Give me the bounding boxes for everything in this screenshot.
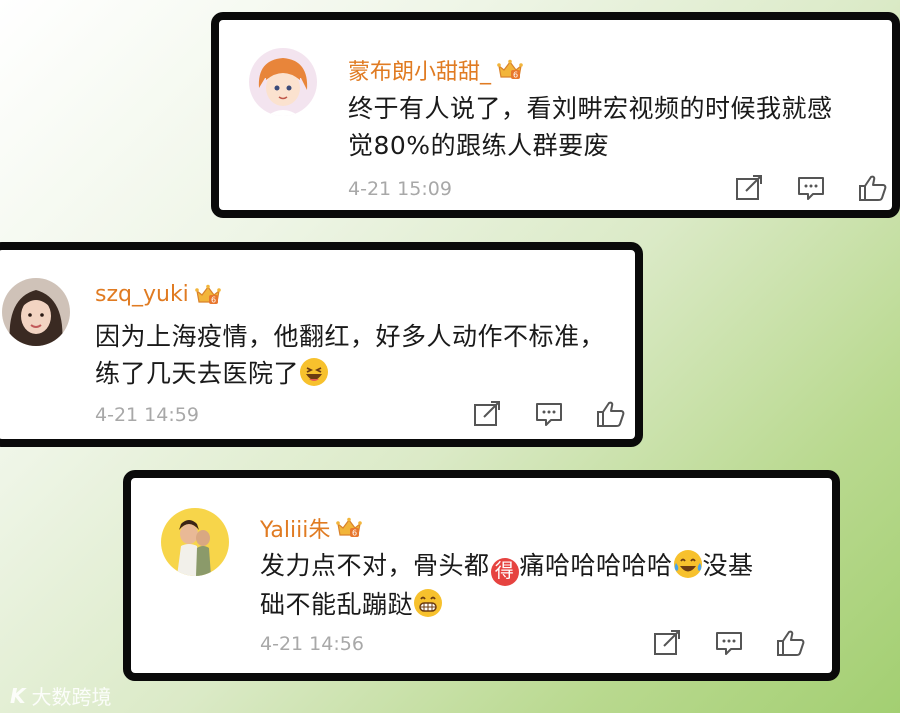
grin-emoji-icon — [413, 588, 443, 618]
share-icon[interactable] — [472, 400, 502, 428]
comment-line: 因为上海疫情，他翻红，好多人动作不标准， — [95, 322, 606, 351]
timestamp: 4-21 15:09 — [348, 178, 452, 200]
de-badge-icon: 得 — [490, 557, 519, 586]
action-bar — [734, 174, 888, 202]
crown-badge-icon — [195, 284, 221, 306]
action-bar — [472, 400, 626, 428]
watermark: K 大数跨境 — [10, 681, 112, 710]
crown-badge-icon — [336, 517, 362, 539]
username-text[interactable]: szq_yuki — [95, 282, 189, 307]
comment-icon[interactable] — [714, 629, 744, 657]
comment-text: 终于有人说了，看刘畊宏视频的时候我就感 觉80%的跟练人群要废 — [348, 90, 888, 164]
comment-text: 发力点不对，骨头都得痛哈哈哈哈哈 没基 础不能乱蹦跶 — [260, 547, 830, 623]
laughing-emoji-icon — [299, 357, 329, 387]
comment-segment: 练了几天去医院了 — [95, 359, 300, 388]
avatar[interactable] — [249, 48, 317, 116]
comment-card: szq_yuki 因为上海疫情，他翻红，好多人动作不标准， 练了几天去医院了 4… — [0, 242, 643, 447]
comment-icon[interactable] — [796, 174, 826, 202]
watermark-logo-icon: K — [10, 683, 26, 708]
comment-segment: 发力点不对，骨头都 — [260, 551, 490, 580]
crown-badge-icon — [497, 59, 523, 81]
timestamp: 4-21 14:56 — [260, 633, 364, 655]
timestamp: 4-21 14:59 — [95, 404, 199, 426]
username[interactable]: szq_yuki — [95, 282, 221, 307]
comment-card: 蒙布朗小甜甜_ 终于有人说了，看刘畊宏视频的时候我就感 觉80%的跟练人群要废 … — [211, 12, 900, 218]
avatar[interactable] — [2, 278, 70, 346]
watermark-text: 大数跨境 — [31, 685, 112, 709]
comment-segment: 没基 — [702, 551, 754, 580]
comment-line: 终于有人说了，看刘畊宏视频的时候我就感 — [348, 94, 833, 123]
comment-line: 发力点不对，骨头都得痛哈哈哈哈哈 没基 — [260, 547, 830, 586]
like-icon[interactable] — [776, 629, 806, 657]
username-text[interactable]: 蒙布朗小甜甜_ — [348, 54, 491, 86]
tears-of-joy-emoji-icon — [673, 549, 703, 579]
comment-line: 练了几天去医院了 — [95, 355, 635, 392]
like-icon[interactable] — [858, 174, 888, 202]
comment-text: 因为上海疫情，他翻红，好多人动作不标准， 练了几天去医院了 — [95, 318, 635, 392]
comment-line: 觉80%的跟练人群要废 — [348, 131, 610, 160]
comment-icon[interactable] — [534, 400, 564, 428]
comment-card: Yaliii朱 发力点不对，骨头都得痛哈哈哈哈哈 没基 础不能乱蹦跶 4-21 1… — [123, 470, 840, 681]
avatar[interactable] — [161, 508, 229, 576]
username-text[interactable]: Yaliii朱 — [260, 512, 330, 544]
username[interactable]: Yaliii朱 — [260, 512, 362, 544]
share-icon[interactable] — [734, 174, 764, 202]
username[interactable]: 蒙布朗小甜甜_ — [348, 54, 523, 86]
action-bar — [652, 629, 806, 657]
comment-segment: 础不能乱蹦跶 — [260, 589, 414, 619]
comment-line: 础不能乱蹦跶 — [260, 586, 830, 623]
comment-segment: 痛哈哈哈哈哈 — [519, 551, 673, 580]
like-icon[interactable] — [596, 400, 626, 428]
share-icon[interactable] — [652, 629, 682, 657]
